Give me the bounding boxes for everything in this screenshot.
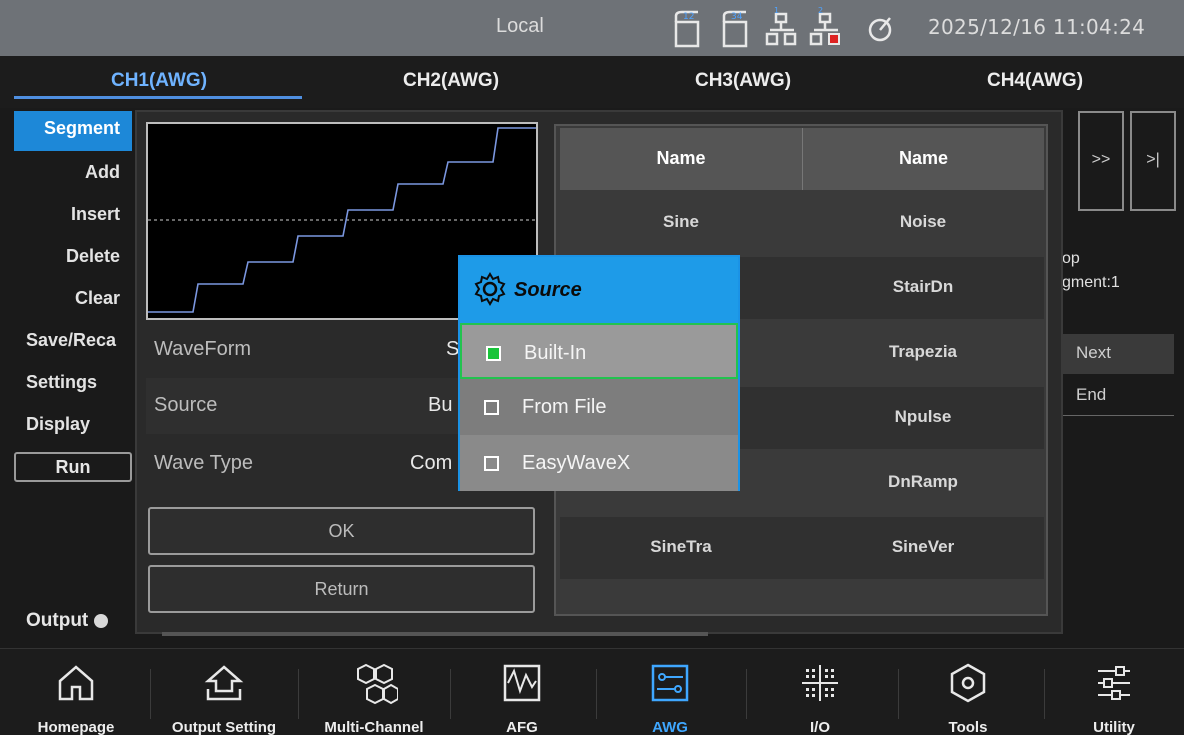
mode-label: Local [496, 15, 544, 37]
home-icon [58, 665, 94, 701]
option-label: From File [522, 396, 607, 418]
checkbox-icon [484, 400, 499, 415]
awg-icon [651, 664, 689, 702]
output-toggle[interactable]: Output [26, 610, 109, 632]
dock-separator [746, 669, 747, 719]
dock-separator [150, 669, 151, 719]
sync-icon [868, 17, 892, 42]
menu-display[interactable]: Display [14, 407, 132, 443]
output-label: Output [26, 610, 89, 631]
list-item[interactable]: StairDn [802, 257, 1044, 319]
right-info-2: gment:1 [1062, 274, 1120, 291]
dock-utility[interactable]: Utility [1044, 649, 1184, 735]
next-segment-button[interactable]: >> [1078, 111, 1124, 211]
menu-save-recall[interactable]: Save/Reca [14, 323, 132, 359]
status-bar: Local 12 34 1 2 2025/12/16 11:04:24 [0, 0, 1184, 56]
waveform-label: WaveForm [154, 338, 252, 360]
svg-text:1: 1 [774, 6, 779, 15]
dock-output-setting[interactable]: Output Setting [154, 649, 294, 735]
active-tab-indicator [14, 96, 302, 99]
list-item[interactable]: SineVer [802, 517, 1044, 579]
toggle-knob [94, 613, 109, 628]
last-segment-button[interactable]: >| [1130, 111, 1176, 211]
ch34-icon: 34 [722, 10, 748, 48]
next-option[interactable]: Next [1062, 334, 1174, 374]
dock-label: Tools [948, 719, 988, 735]
tab-ch1[interactable]: CH1(AWG) [14, 70, 304, 92]
dock-homepage[interactable]: Homepage [6, 649, 146, 735]
return-button[interactable]: Return [148, 565, 535, 613]
network-disconnected-icon: 2 [809, 6, 840, 46]
source-option-from-file[interactable]: From File [460, 379, 738, 435]
list-item[interactable]: Npulse [802, 387, 1044, 449]
column-header-name-1: Name [560, 128, 802, 190]
dock-label: Output Setting [171, 719, 277, 735]
wave-type-value: Com [410, 452, 453, 474]
network-icon: 1 [765, 6, 797, 46]
dock-label: Utility [1093, 719, 1135, 735]
menu-add[interactable]: Add [14, 155, 132, 191]
dock-label: AWG [652, 719, 688, 735]
menu-settings[interactable]: Settings [14, 365, 132, 401]
tools-icon [950, 663, 986, 703]
menu-insert[interactable]: Insert [14, 197, 132, 233]
dock-label: Multi-Channel [324, 719, 424, 735]
dock-label: I/O [809, 719, 830, 735]
output-icon [204, 665, 244, 701]
dock-label: Homepage [37, 719, 115, 735]
wave-type-label: Wave Type [154, 452, 253, 474]
afg-icon [503, 664, 541, 702]
dock-separator [596, 669, 597, 719]
tab-ch4[interactable]: CH4(AWG) [890, 70, 1180, 92]
datetime: 2025/12/16 11:04:24 [928, 15, 1146, 39]
checkbox-icon [484, 456, 499, 471]
gear-icon [474, 272, 506, 306]
popup-title-bar: Source [460, 257, 738, 323]
dock-separator [450, 669, 451, 719]
dock-label: AFG [506, 719, 538, 735]
option-label: EasyWaveX [522, 452, 631, 474]
horizontal-scrollbar[interactable] [162, 632, 708, 636]
option-label: Built-In [524, 342, 587, 364]
end-option[interactable]: End [1062, 376, 1174, 416]
menu-delete[interactable]: Delete [14, 239, 132, 275]
channel-tabs: CH1(AWG) CH2(AWG) CH3(AWG) CH4(AWG) [0, 56, 1184, 108]
tab-ch2[interactable]: CH2(AWG) [306, 70, 596, 92]
bottom-dock: Homepage Output Setting Multi-Channel AF… [0, 648, 1184, 735]
svg-text:34: 34 [731, 12, 743, 22]
source-option-easywavex[interactable]: EasyWaveX [460, 435, 738, 491]
run-button[interactable]: Run [14, 452, 132, 482]
column-header-name-2: Name [802, 128, 1044, 190]
multichannel-icon [357, 663, 398, 705]
menu-clear[interactable]: Clear [14, 281, 132, 317]
dock-awg[interactable]: AWG [600, 649, 740, 735]
source-value: Bu [428, 394, 453, 416]
source-option-built-in[interactable]: Built-In [460, 323, 738, 379]
tab-ch3[interactable]: CH3(AWG) [598, 70, 888, 92]
svg-text:12: 12 [683, 12, 694, 22]
list-item[interactable]: SineTra [560, 517, 802, 579]
ch12-icon: 12 [674, 10, 700, 48]
ok-button[interactable]: OK [148, 507, 535, 555]
dock-multi-channel[interactable]: Multi-Channel [304, 649, 444, 735]
menu-segment[interactable]: Segment [14, 111, 132, 151]
checkbox-icon [486, 346, 501, 361]
list-item[interactable]: Trapezia [802, 322, 1044, 384]
io-icon [802, 665, 838, 701]
list-item[interactable]: Sine [560, 192, 802, 254]
dock-afg[interactable]: AFG [452, 649, 592, 735]
source-label: Source [154, 394, 218, 416]
source-popup: Source Built-In From File EasyWaveX [458, 255, 740, 491]
dock-separator [298, 669, 299, 719]
list-item[interactable]: Noise [802, 192, 1044, 254]
dock-io[interactable]: I/O [750, 649, 890, 735]
popup-title: Source [514, 279, 582, 301]
list-item[interactable]: DnRamp [802, 452, 1044, 514]
right-info-1: op [1062, 250, 1080, 267]
svg-text:2: 2 [818, 6, 823, 15]
utility-icon [1098, 666, 1130, 700]
dock-tools[interactable]: Tools [898, 649, 1038, 735]
